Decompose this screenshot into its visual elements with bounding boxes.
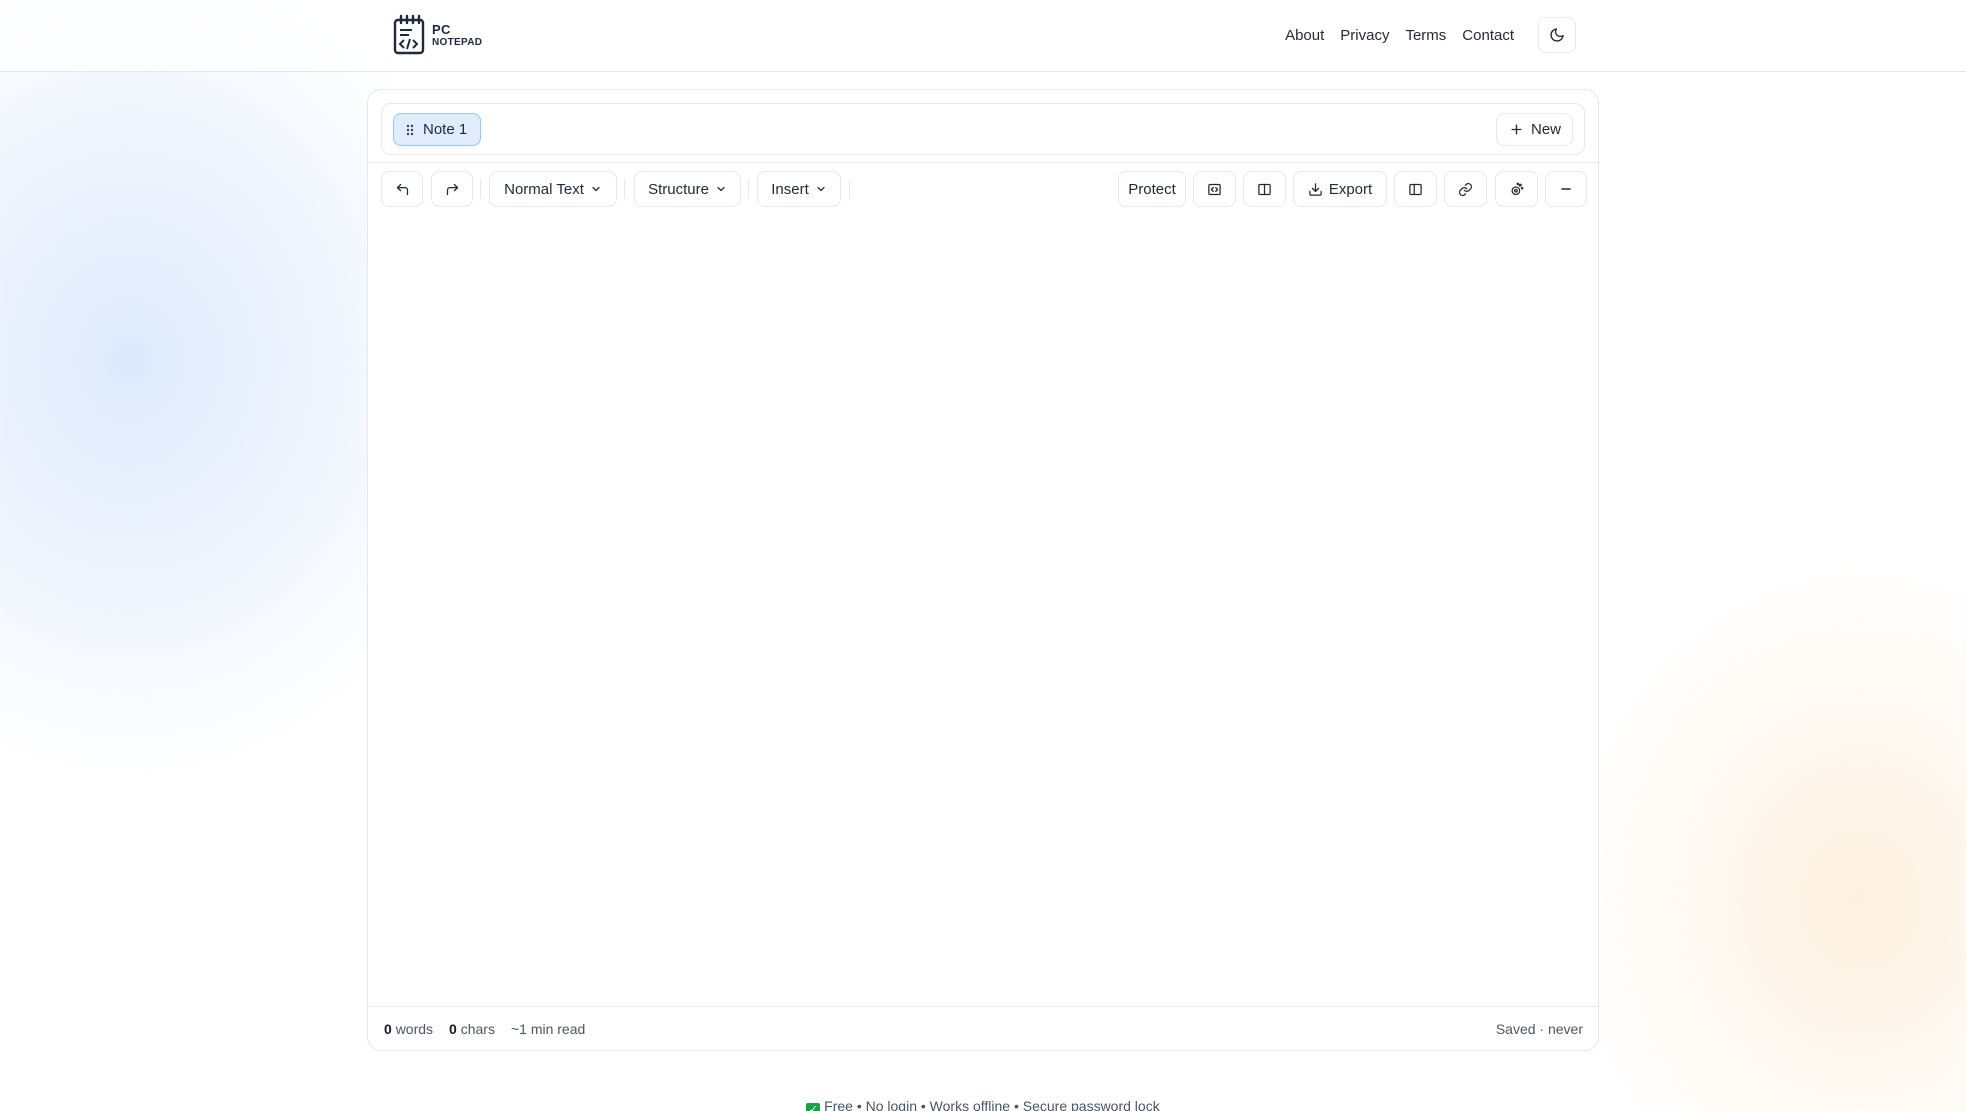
protect-button[interactable]: Protect [1118, 171, 1186, 207]
columns-icon [1258, 183, 1271, 195]
logo-line-2: NOTEPAD [432, 36, 483, 48]
redo-button[interactable] [431, 171, 473, 207]
theme-palette-icon [1511, 182, 1524, 195]
columns-button[interactable] [1243, 171, 1286, 207]
undo-button[interactable] [381, 171, 423, 207]
logo-text: PC NOTEPAD [432, 23, 482, 48]
protect-label: Protect [1128, 180, 1176, 198]
notepad-logo-icon [393, 14, 425, 55]
collapse-button[interactable] [1545, 171, 1587, 207]
export-button[interactable]: Export [1293, 171, 1387, 207]
new-note-label: New [1530, 121, 1561, 138]
note-tab-label: Note 1 [423, 121, 468, 138]
insert-dropdown[interactable]: Insert [757, 171, 841, 207]
plus-icon [1511, 124, 1522, 135]
editor-area[interactable] [368, 220, 1598, 1005]
toolbar-separator [480, 179, 481, 199]
link-button[interactable] [1444, 171, 1487, 207]
nav-privacy-link[interactable]: Privacy [1340, 27, 1389, 44]
split-view-icon [1409, 183, 1422, 195]
chevron-down-icon [717, 186, 725, 192]
moon-icon [1550, 28, 1564, 42]
structure-label: Structure [648, 180, 709, 198]
download-icon [1309, 182, 1322, 196]
stats: 0 words 0 chars ~1 min read [384, 1021, 585, 1037]
undo-icon [396, 183, 408, 195]
char-count: 0 chars [449, 1021, 495, 1037]
nav-contact-link[interactable]: Contact [1462, 27, 1514, 44]
note-tab[interactable]: Note 1 [393, 113, 482, 146]
chevron-down-icon [817, 186, 825, 192]
theme-palette-button[interactable] [1495, 171, 1538, 207]
structure-dropdown[interactable]: Structure [634, 171, 741, 207]
link-icon [1458, 182, 1473, 196]
check-icon: ✓ [806, 1103, 821, 1111]
top-bar: PC NOTEPAD About Privacy Terms Contact [0, 0, 1966, 72]
code-icon [1208, 183, 1221, 195]
char-count-value: 0 [449, 1021, 457, 1037]
insert-label: Insert [771, 180, 809, 198]
word-count: 0 words [384, 1021, 433, 1037]
logo-line-1: PC [432, 21, 451, 37]
theme-toggle-button[interactable] [1538, 17, 1576, 53]
nav-about-link[interactable]: About [1285, 27, 1324, 44]
new-note-button[interactable]: New [1495, 113, 1573, 146]
logo[interactable]: PC NOTEPAD [392, 14, 482, 56]
note-tab-bar: Note 1 New [381, 103, 1585, 155]
grip-icon[interactable] [406, 124, 414, 136]
status-footer: 0 words 0 chars ~1 min read Saved · neve… [368, 1006, 1598, 1051]
toolbar-divider [368, 162, 1598, 163]
code-view-button[interactable] [1193, 171, 1236, 207]
char-count-label: chars [460, 1021, 495, 1037]
tagline: ✓ Free • No login • Works offline • Secu… [0, 1098, 1966, 1111]
split-view-button[interactable] [1394, 171, 1437, 207]
word-count-value: 0 [384, 1021, 392, 1037]
nav-terms-link[interactable]: Terms [1405, 27, 1446, 44]
tagline-text: Free • No login • Works offline • Secure… [824, 1098, 1160, 1111]
toolbar-separator [748, 179, 749, 199]
editor-card: Note 1 New Normal Text Structure Insert [367, 89, 1599, 1051]
main-nav: About Privacy Terms Contact [1285, 17, 1576, 53]
text-format-dropdown[interactable]: Normal Text [489, 171, 617, 207]
text-format-label: Normal Text [504, 180, 584, 198]
redo-icon [446, 183, 458, 195]
chevron-down-icon [592, 186, 600, 192]
export-label: Export [1328, 180, 1373, 198]
minus-icon [1561, 188, 1571, 190]
save-status: Saved · never [1495, 1021, 1583, 1037]
toolbar-separator [624, 179, 625, 199]
toolbar-separator [849, 179, 850, 199]
read-time: ~1 min read [510, 1021, 586, 1037]
word-count-label: words [395, 1021, 434, 1037]
